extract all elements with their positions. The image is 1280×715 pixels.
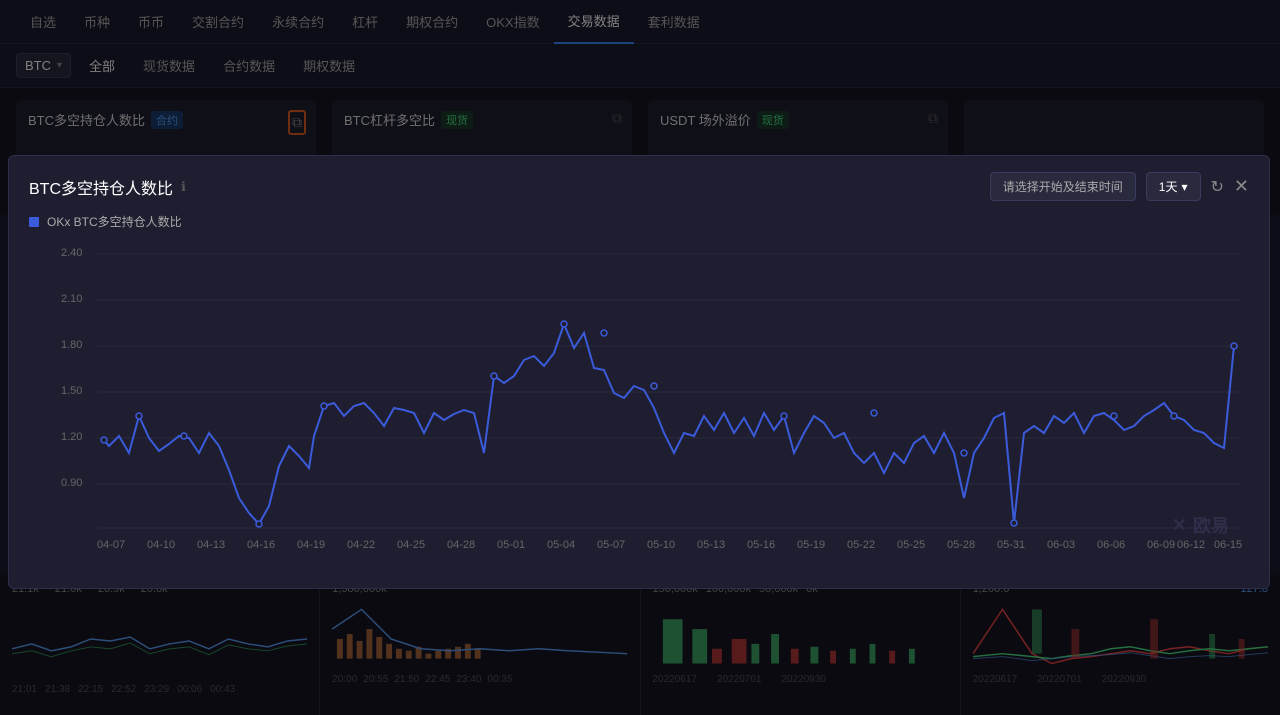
- legend-label: OKx BTC多空持仓人数比: [47, 213, 182, 230]
- modal-title-text: BTC多空持仓人数比: [29, 175, 173, 199]
- svg-text:06-06: 06-06: [1097, 539, 1125, 551]
- svg-text:05-13: 05-13: [697, 539, 725, 551]
- chart-legend: OKx BTC多空持仓人数比: [29, 213, 1249, 230]
- modal-title-area: BTC多空持仓人数比 ℹ: [29, 175, 186, 199]
- y-label-240: 2.40: [61, 247, 82, 259]
- date-picker-button[interactable]: 请选择开始及结束时间: [990, 172, 1136, 201]
- svg-text:05-04: 05-04: [547, 539, 575, 551]
- svg-text:04-10: 04-10: [147, 539, 175, 551]
- svg-text:05-01: 05-01: [497, 539, 525, 551]
- svg-text:04-25: 04-25: [397, 539, 425, 551]
- interval-select[interactable]: 1天 ▾: [1146, 172, 1201, 201]
- watermark: ✕ 欧易: [1172, 512, 1229, 538]
- main-chart-svg: 2.40 2.10 1.80 1.50 1.20 0.90 04-07 04-1…: [29, 238, 1249, 578]
- interval-value: 1天: [1159, 178, 1178, 195]
- svg-text:05-28: 05-28: [947, 539, 975, 551]
- svg-text:04-28: 04-28: [447, 539, 475, 551]
- close-icon[interactable]: ✕: [1234, 176, 1249, 197]
- y-label-150: 1.50: [61, 385, 82, 397]
- interval-arrow: ▾: [1181, 180, 1187, 194]
- svg-text:05-31: 05-31: [997, 539, 1025, 551]
- y-label-090: 0.90: [61, 477, 82, 489]
- legend-color-dot: [29, 217, 39, 227]
- svg-text:05-19: 05-19: [797, 539, 825, 551]
- svg-text:06-15: 06-15: [1214, 539, 1242, 551]
- svg-text:06-03: 06-03: [1047, 539, 1075, 551]
- modal-header: BTC多空持仓人数比 ℹ 请选择开始及结束时间 1天 ▾ ↻ ✕: [29, 172, 1249, 201]
- refresh-icon[interactable]: ↻: [1211, 177, 1224, 197]
- svg-text:04-07: 04-07: [97, 539, 125, 551]
- svg-text:05-07: 05-07: [597, 539, 625, 551]
- modal-controls: 请选择开始及结束时间 1天 ▾ ↻ ✕: [990, 172, 1249, 201]
- y-label-210: 2.10: [61, 293, 82, 305]
- info-icon[interactable]: ℹ: [181, 179, 186, 195]
- y-label-180: 1.80: [61, 339, 82, 351]
- svg-text:05-22: 05-22: [847, 539, 875, 551]
- main-chart-area: 2.40 2.10 1.80 1.50 1.20 0.90 04-07 04-1…: [29, 238, 1249, 578]
- svg-text:05-10: 05-10: [647, 539, 675, 551]
- svg-text:04-19: 04-19: [297, 539, 325, 551]
- svg-text:06-09: 06-09: [1147, 539, 1175, 551]
- svg-text:06-12: 06-12: [1177, 539, 1205, 551]
- y-label-120: 1.20: [61, 431, 82, 443]
- modal-longshort: BTC多空持仓人数比 ℹ 请选择开始及结束时间 1天 ▾ ↻ ✕ OKx BTC…: [8, 155, 1270, 589]
- svg-text:04-22: 04-22: [347, 539, 375, 551]
- svg-text:04-16: 04-16: [247, 539, 275, 551]
- chart-line: [104, 324, 1234, 524]
- svg-text:05-16: 05-16: [747, 539, 775, 551]
- svg-text:04-13: 04-13: [197, 539, 225, 551]
- svg-text:05-25: 05-25: [897, 539, 925, 551]
